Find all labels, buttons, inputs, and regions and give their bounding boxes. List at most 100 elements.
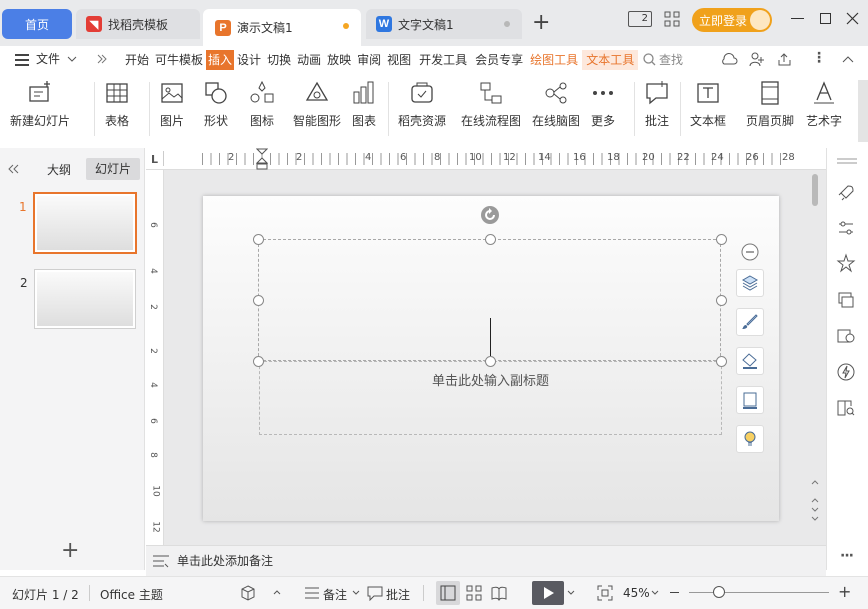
cloud-sync-icon[interactable] — [720, 52, 738, 67]
login-button[interactable]: 立即登录 — [692, 8, 772, 32]
window-switch-button[interactable]: 2 — [628, 11, 652, 27]
close-icon[interactable] — [846, 12, 859, 25]
header-footer-button[interactable]: 页眉页脚 — [746, 80, 794, 129]
resize-handle[interactable] — [485, 234, 496, 245]
tab-slides[interactable]: 幻灯片 — [86, 158, 140, 180]
menu-file[interactable]: 文件 — [36, 50, 60, 67]
slide-preview-icon[interactable] — [836, 326, 856, 346]
ribbon-scroll-right[interactable] — [858, 80, 868, 142]
star-animation-icon[interactable] — [836, 253, 856, 273]
zoom-out-icon[interactable] — [670, 592, 679, 593]
smartart-button[interactable]: 智能图形 — [293, 80, 341, 129]
resize-handle[interactable] — [253, 295, 264, 306]
menu-review[interactable]: 审阅 — [354, 50, 384, 70]
chevron-double-right-icon[interactable] — [96, 53, 108, 65]
chevron-down-icon[interactable] — [567, 590, 575, 596]
scroll-thumb[interactable] — [812, 174, 818, 206]
minimize-icon[interactable] — [791, 18, 804, 19]
indent-marker-icon[interactable] — [256, 148, 268, 170]
chevron-down-icon[interactable] — [352, 590, 360, 596]
chevron-down-icon[interactable] — [67, 56, 77, 63]
vertical-scrollbar[interactable] — [810, 174, 820, 524]
mindmap-button[interactable]: 在线脑图 — [532, 80, 580, 129]
resize-handle[interactable] — [485, 356, 496, 367]
tab-daoke-templates[interactable]: ◥ 找稻壳模板 — [76, 9, 200, 39]
table-button[interactable]: 表格 — [104, 80, 130, 129]
menu-design[interactable]: 设计 — [234, 50, 264, 70]
collaborate-icon[interactable] — [749, 52, 765, 67]
flowchart-button[interactable]: 在线流程图 — [461, 80, 521, 129]
tab-outline[interactable]: 大纲 — [47, 161, 71, 178]
zoom-in-icon[interactable]: + — [838, 582, 851, 601]
zoom-level[interactable]: 45% — [623, 586, 650, 600]
search-icon[interactable] — [643, 53, 656, 66]
menu-animation[interactable]: 动画 — [294, 50, 324, 70]
tab-home[interactable]: 首页 — [2, 9, 72, 39]
slide-thumbnail[interactable] — [34, 269, 136, 329]
theme-name[interactable]: Office 主题 — [100, 586, 163, 603]
tab-close-dot-icon[interactable] — [504, 21, 510, 27]
textbox-button[interactable]: 文本框 — [690, 80, 726, 129]
chart-button[interactable]: 图表 — [351, 80, 377, 129]
fit-window-icon[interactable] — [597, 585, 613, 601]
normal-view-button[interactable] — [436, 581, 460, 605]
tab-presentation[interactable]: P 演示文稿1 — [203, 9, 361, 46]
smart-suggest-button[interactable] — [736, 425, 764, 453]
share-icon[interactable] — [777, 52, 793, 67]
fill-button[interactable] — [736, 347, 764, 375]
resize-handle[interactable] — [716, 234, 727, 245]
rotate-handle-icon[interactable] — [480, 205, 500, 225]
3d-box-icon[interactable] — [240, 585, 256, 601]
subtitle-placeholder[interactable]: 单击此处输入副标题 — [259, 361, 722, 435]
add-slide-button[interactable]: + — [61, 540, 79, 562]
menu-slideshow[interactable]: 放映 — [324, 50, 354, 70]
menu-drawing-tools[interactable]: 绘图工具 — [526, 50, 582, 70]
more-button[interactable]: 更多 — [590, 80, 616, 129]
play-slideshow-button[interactable] — [532, 581, 564, 605]
picture-button[interactable]: 图片 — [159, 80, 185, 129]
transition-icon[interactable] — [836, 290, 856, 310]
menu-insert[interactable]: 插入 — [206, 50, 235, 70]
comment-toggle-button[interactable]: 批注 — [386, 586, 410, 603]
settings-sliders-icon[interactable] — [836, 218, 856, 238]
tab-document[interactable]: W 文字文稿1 — [366, 9, 522, 39]
new-slide-button[interactable]: 新建幻灯片 — [10, 80, 70, 129]
chevron-up-icon[interactable] — [842, 55, 854, 63]
daoke-resource-button[interactable]: 稻壳资源 — [398, 80, 446, 129]
collapse-panel-icon[interactable] — [7, 164, 19, 174]
shape-button[interactable]: 形状 — [203, 80, 229, 129]
resize-handle[interactable] — [716, 356, 727, 367]
resize-handle[interactable] — [716, 295, 727, 306]
menu-transition[interactable]: 切换 — [264, 50, 294, 70]
chevron-down-icon[interactable] — [651, 590, 659, 596]
shape-style-button[interactable] — [736, 308, 764, 336]
icon-button[interactable]: 图标 — [249, 80, 275, 129]
apps-grid-icon[interactable] — [664, 11, 680, 27]
reading-view-icon[interactable] — [491, 585, 507, 601]
hamburger-icon[interactable] — [15, 54, 29, 66]
grid-view-icon[interactable] — [466, 585, 482, 601]
notes-toggle-button[interactable]: 备注 — [323, 586, 347, 603]
comment-button[interactable]: 批注 — [644, 80, 670, 129]
resize-handle[interactable] — [253, 356, 264, 367]
rocket-icon[interactable] — [836, 183, 856, 203]
zoom-slider-thumb[interactable] — [713, 586, 725, 598]
menu-text-tools[interactable]: 文本工具 — [582, 50, 639, 70]
menu-developer[interactable]: 开发工具 — [414, 50, 472, 70]
book-search-icon[interactable] — [836, 398, 856, 418]
wordart-button[interactable]: 艺术字 — [806, 80, 842, 129]
menu-view[interactable]: 视图 — [384, 50, 414, 70]
menu-start[interactable]: 开始 — [122, 50, 152, 70]
collapse-toolbar-icon[interactable] — [741, 243, 759, 261]
new-tab-button[interactable]: + — [532, 11, 550, 35]
slide-thumbnail[interactable] — [33, 192, 137, 254]
search-input[interactable]: 查找 — [659, 51, 683, 68]
menu-member[interactable]: 会员专享 — [472, 50, 526, 70]
more-options-icon[interactable]: ⋮ — [812, 50, 826, 66]
resize-handle[interactable] — [253, 234, 264, 245]
arrange-layers-button[interactable] — [736, 269, 764, 297]
lightning-icon[interactable] — [836, 362, 856, 382]
more-horizontal-icon[interactable]: ··· — [840, 548, 854, 564]
chevron-up-icon[interactable] — [272, 588, 282, 596]
page-nav-arrows-icon[interactable] — [810, 478, 820, 524]
